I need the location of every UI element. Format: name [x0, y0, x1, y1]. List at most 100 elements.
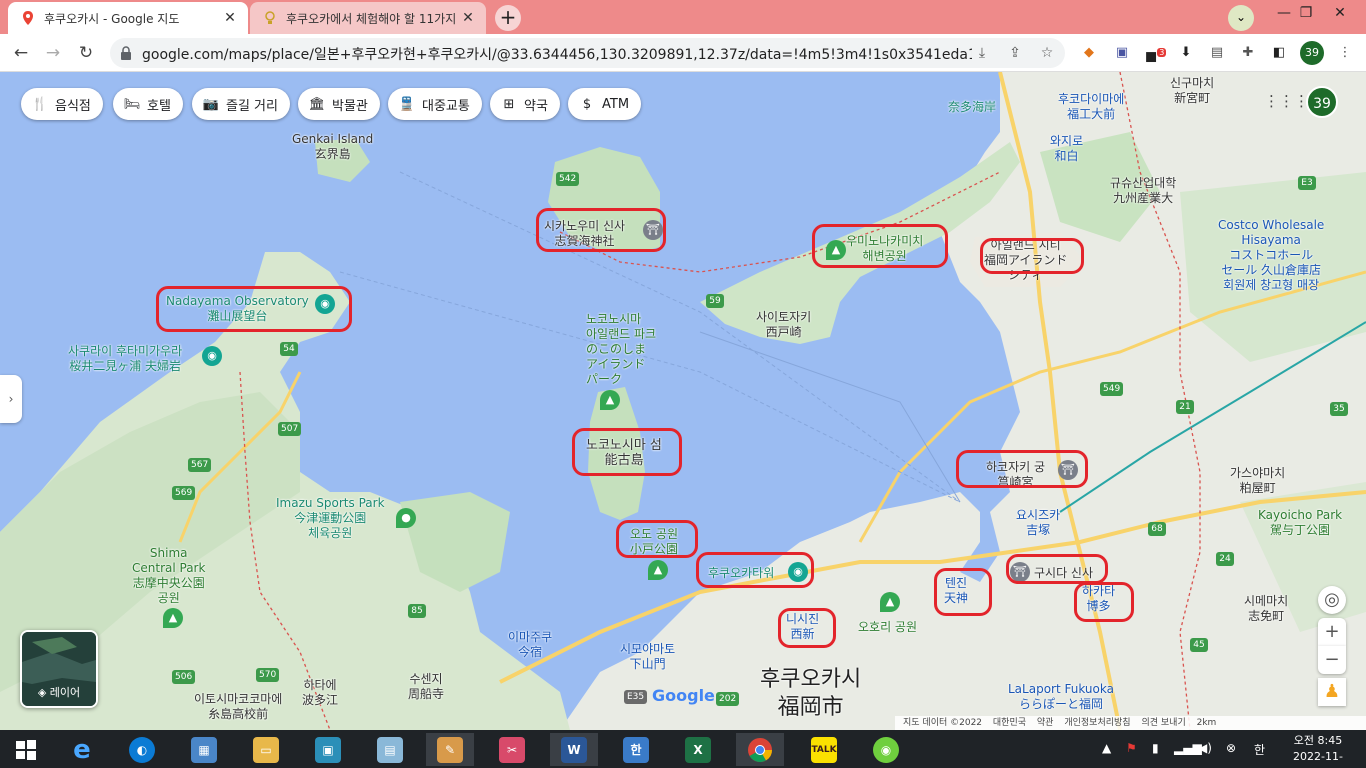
label-shingu[interactable]: 신구마치 新宮町	[1170, 76, 1214, 106]
label-nokonoshima-park[interactable]: 노코노시마 아일랜드 파크 のこのしま アイランド パーク	[586, 312, 656, 387]
photos-icon[interactable]: ▣	[304, 733, 352, 766]
footer-terms-link[interactable]: 약관	[1037, 718, 1054, 728]
zoom-out-button[interactable]: −	[1318, 646, 1346, 674]
label-nata-coast[interactable]: 奈多海岸	[948, 100, 996, 115]
file-explorer-icon[interactable]: ▭	[242, 733, 290, 766]
label-shima-central-park[interactable]: Shima Central Park 志摩中央公園 공원	[132, 546, 205, 606]
label-sakurai-futamigaura[interactable]: 사쿠라이 후타미가우라 桜井二見ヶ浦 夫婦岩	[68, 344, 182, 374]
label-fukuoka-city[interactable]: 후쿠오카시 福岡市	[760, 666, 861, 722]
edge-icon[interactable]: ◐	[118, 733, 166, 766]
tab-google-maps[interactable]: 후쿠오카시 - Google 지도 ✕	[8, 2, 248, 34]
extension-badge-icon[interactable]: ■ 3	[1145, 44, 1167, 64]
metamask-icon[interactable]: ◆	[1080, 44, 1098, 62]
label-kyushu-sangyo-univ[interactable]: 규슈산업대학 九州産業大	[1110, 176, 1176, 206]
new-tab-button[interactable]: +	[495, 5, 521, 31]
back-icon[interactable]: ←	[8, 40, 34, 66]
label-shusenji[interactable]: 수센지 周船寺	[408, 672, 444, 702]
park-tree-icon[interactable]: ▲	[880, 592, 900, 612]
label-kayoicho-park[interactable]: Kayoicho Park 駕与丁公園	[1258, 508, 1342, 538]
scale-bar[interactable]: 2km	[1197, 718, 1217, 728]
reload-icon[interactable]: ↻	[73, 40, 99, 66]
notepad-icon[interactable]: ▤	[366, 733, 414, 766]
more-menu-icon[interactable]: ⋮	[1336, 44, 1354, 62]
download-icon[interactable]: ⤓	[972, 43, 992, 63]
chevron-down-icon[interactable]: ⌄	[1228, 5, 1254, 31]
downloader-icon[interactable]: ⬇	[1177, 44, 1195, 62]
account-avatar[interactable]: 39	[1306, 86, 1338, 118]
expand-side-panel-button[interactable]: ›	[0, 375, 22, 423]
hwp-icon[interactable]: 한	[612, 733, 660, 766]
lock-icon[interactable]	[120, 45, 132, 60]
internet-explorer-icon[interactable]: e	[58, 733, 106, 766]
label-saitozaki[interactable]: 사이토자키 西戸崎	[756, 310, 811, 340]
close-tab-icon[interactable]: ✕	[458, 10, 478, 26]
chip-pharmacy[interactable]: ⊞ 약국	[490, 88, 560, 120]
my-location-icon[interactable]: ◎	[1318, 586, 1346, 614]
label-wajiro[interactable]: 와지로 和白	[1050, 134, 1083, 164]
label-itoshima-high[interactable]: 이토시마코코마에 糸島高校前	[194, 692, 282, 722]
close-tab-icon[interactable]: ✕	[220, 10, 240, 26]
label-imajuku[interactable]: 이마주쿠 今宿	[508, 630, 552, 660]
word-icon[interactable]: W	[550, 733, 598, 766]
label-lalaport[interactable]: LaLaport Fukuoka ららぽーと福岡	[1008, 682, 1114, 712]
label-shimoyamato[interactable]: 시모야마토 下山門	[620, 642, 675, 672]
chip-hotels[interactable]: 🛏 호텔	[113, 88, 183, 120]
attraction-icon[interactable]: ◉	[202, 346, 222, 366]
puzzle-icon[interactable]: ✚	[1239, 44, 1257, 62]
chip-museums[interactable]: 🏛 박물관	[298, 88, 380, 120]
label-costco[interactable]: Costco Wholesale Hisayama コストコホール セール 久山…	[1218, 218, 1324, 293]
park-tree-icon[interactable]: ▲	[600, 390, 620, 410]
footer-privacy-link[interactable]: 개인정보처리방침	[1064, 718, 1130, 728]
bookmark-star-icon[interactable]: ☆	[1037, 43, 1057, 63]
park-pin-icon[interactable]: ●	[396, 508, 416, 528]
chip-transit[interactable]: 🚆 대중교통	[388, 88, 482, 120]
battery-icon[interactable]: ▮	[1152, 741, 1159, 755]
line-icon[interactable]: ◉	[862, 733, 910, 766]
extension-icon[interactable]: ▣	[1113, 44, 1131, 62]
label-shime[interactable]: 시메마치 志免町	[1244, 594, 1288, 624]
label-ohori-park[interactable]: 오호리 공원	[858, 620, 917, 635]
snipping-tool-icon[interactable]: ✂	[488, 733, 536, 766]
kakaotalk-icon[interactable]: TALK	[800, 733, 848, 766]
park-tree-icon[interactable]: ▲	[163, 608, 183, 628]
tray-flag-icon[interactable]: ⚑	[1126, 741, 1137, 755]
tray-expand-icon[interactable]: ▲	[1102, 741, 1111, 755]
excel-icon[interactable]: X	[674, 733, 722, 766]
pegman-icon[interactable]: ♟	[1318, 678, 1346, 706]
url-text[interactable]: google.com/maps/place/일본+후쿠오카현+후쿠오카시/@33…	[142, 44, 972, 64]
footer-feedback-link[interactable]: 의견 보내기	[1141, 718, 1185, 728]
mute-icon[interactable]: ⊗	[1226, 741, 1236, 755]
tab-fukuoka-article[interactable]: 후쿠오카에서 체험해야 할 11가지 ✕	[250, 2, 486, 34]
profile-avatar[interactable]: 39	[1300, 41, 1324, 65]
apps-grid-icon[interactable]: ⋮⋮⋮	[1264, 92, 1309, 110]
paint-icon[interactable]: ✎	[426, 733, 474, 766]
chip-things-to-do[interactable]: 📷 즐길 거리	[192, 88, 290, 120]
label-kasuya[interactable]: 가스야마치 粕屋町	[1230, 466, 1285, 496]
chrome-icon[interactable]	[736, 733, 784, 766]
forward-icon[interactable]: →	[40, 40, 66, 66]
volume-icon[interactable]: ◀)	[1198, 741, 1212, 755]
tab-manager-icon[interactable]: ▤	[1208, 44, 1226, 62]
share-icon[interactable]: ⇪	[1005, 43, 1025, 63]
chip-restaurants[interactable]: 🍴 음식점	[21, 88, 103, 120]
ime-indicator[interactable]: 한	[1254, 741, 1265, 758]
address-bar[interactable]: google.com/maps/place/일본+후쿠오카현+후쿠오카시/@33…	[110, 38, 1065, 68]
close-window-button[interactable]: ✕	[1318, 0, 1362, 30]
footer-country[interactable]: 대한민국	[993, 718, 1026, 728]
windows-start-icon[interactable]	[2, 733, 50, 766]
sidebar-icon[interactable]: ◧	[1270, 44, 1288, 62]
label-imazu-sports-park[interactable]: Imazu Sports Park 今津運動公園 체육공원	[276, 496, 385, 541]
route-shield: 35	[1330, 402, 1348, 416]
label-genkai-island[interactable]: Genkai Island 玄界島	[292, 132, 373, 162]
control-panel-icon[interactable]: ▦	[180, 733, 228, 766]
label-fukkodaimae[interactable]: 후코다이마에 福工大前	[1058, 92, 1124, 122]
taskbar-clock[interactable]: 오전 8:45 2022-11-07	[1288, 733, 1348, 768]
zoom-in-button[interactable]: +	[1318, 618, 1346, 646]
layers-button[interactable]: ◈ 레이어	[20, 630, 98, 708]
park-tree-icon[interactable]: ▲	[648, 560, 668, 580]
label-yoshizuka[interactable]: 요시즈카 吉塚	[1016, 508, 1060, 538]
map-canvas[interactable]: 🍴 음식점 🛏 호텔 📷 즐길 거리 🏛 박물관 🚆 대중교통 ⊞ 약국 $ ATM Genk…	[0, 72, 1366, 730]
browser-toolbar: ← → ↻ google.com/maps/place/일본+후쿠오카현+후쿠오…	[0, 34, 1366, 72]
label-hatae[interactable]: 하타에 波多江	[302, 678, 338, 708]
chip-atm[interactable]: $ ATM	[568, 88, 642, 120]
